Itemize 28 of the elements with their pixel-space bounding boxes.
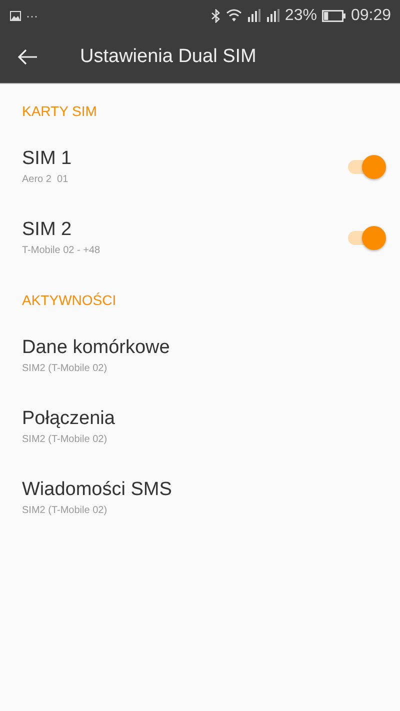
bluetooth-icon [210,8,221,22]
clock: 09:29 [350,6,391,24]
item-title: Wiadomości SMS [22,479,172,501]
item-title: SIM 2 [22,219,72,241]
item-subtitle: SIM2 (T-Mobile 02) [22,434,108,445]
wifi-icon [226,9,242,22]
item-subtitle: Aero 2 01 [22,174,68,185]
section-header: KARTY SIM [21,102,98,121]
item-subtitle: T-Mobile 02 - +48 [22,245,100,256]
item-subtitle: SIM2 (T-Mobile 02) [22,363,108,374]
settings-item[interactable]: SIM 2 T-Mobile 02 - +48 [0,202,400,273]
more-indicator: ··· [26,8,38,22]
battery-icon [322,10,346,22]
settings-item[interactable]: Wiadomości SMS SIM2 (T-Mobile 02) [0,462,400,533]
signal-icon [246,9,261,22]
battery-percent: 23% [284,6,317,24]
signal-icon [266,9,280,22]
back-arrow-icon [18,49,38,65]
item-title: Połączenia [22,408,115,430]
section-header: AKTYWNOŚCI [21,291,118,310]
screen-title: Ustawienia Dual SIM [80,46,256,68]
item-title: SIM 1 [22,148,72,170]
item-title: Dane komórkowe [22,337,170,359]
settings-item[interactable]: Połączenia SIM2 (T-Mobile 02) [0,391,400,462]
settings-item[interactable]: Dane komórkowe SIM2 (T-Mobile 02) [0,320,400,391]
image-icon [10,10,21,20]
settings-item[interactable]: SIM 1 Aero 2 01 [0,131,400,202]
item-subtitle: SIM2 (T-Mobile 02) [22,505,108,516]
